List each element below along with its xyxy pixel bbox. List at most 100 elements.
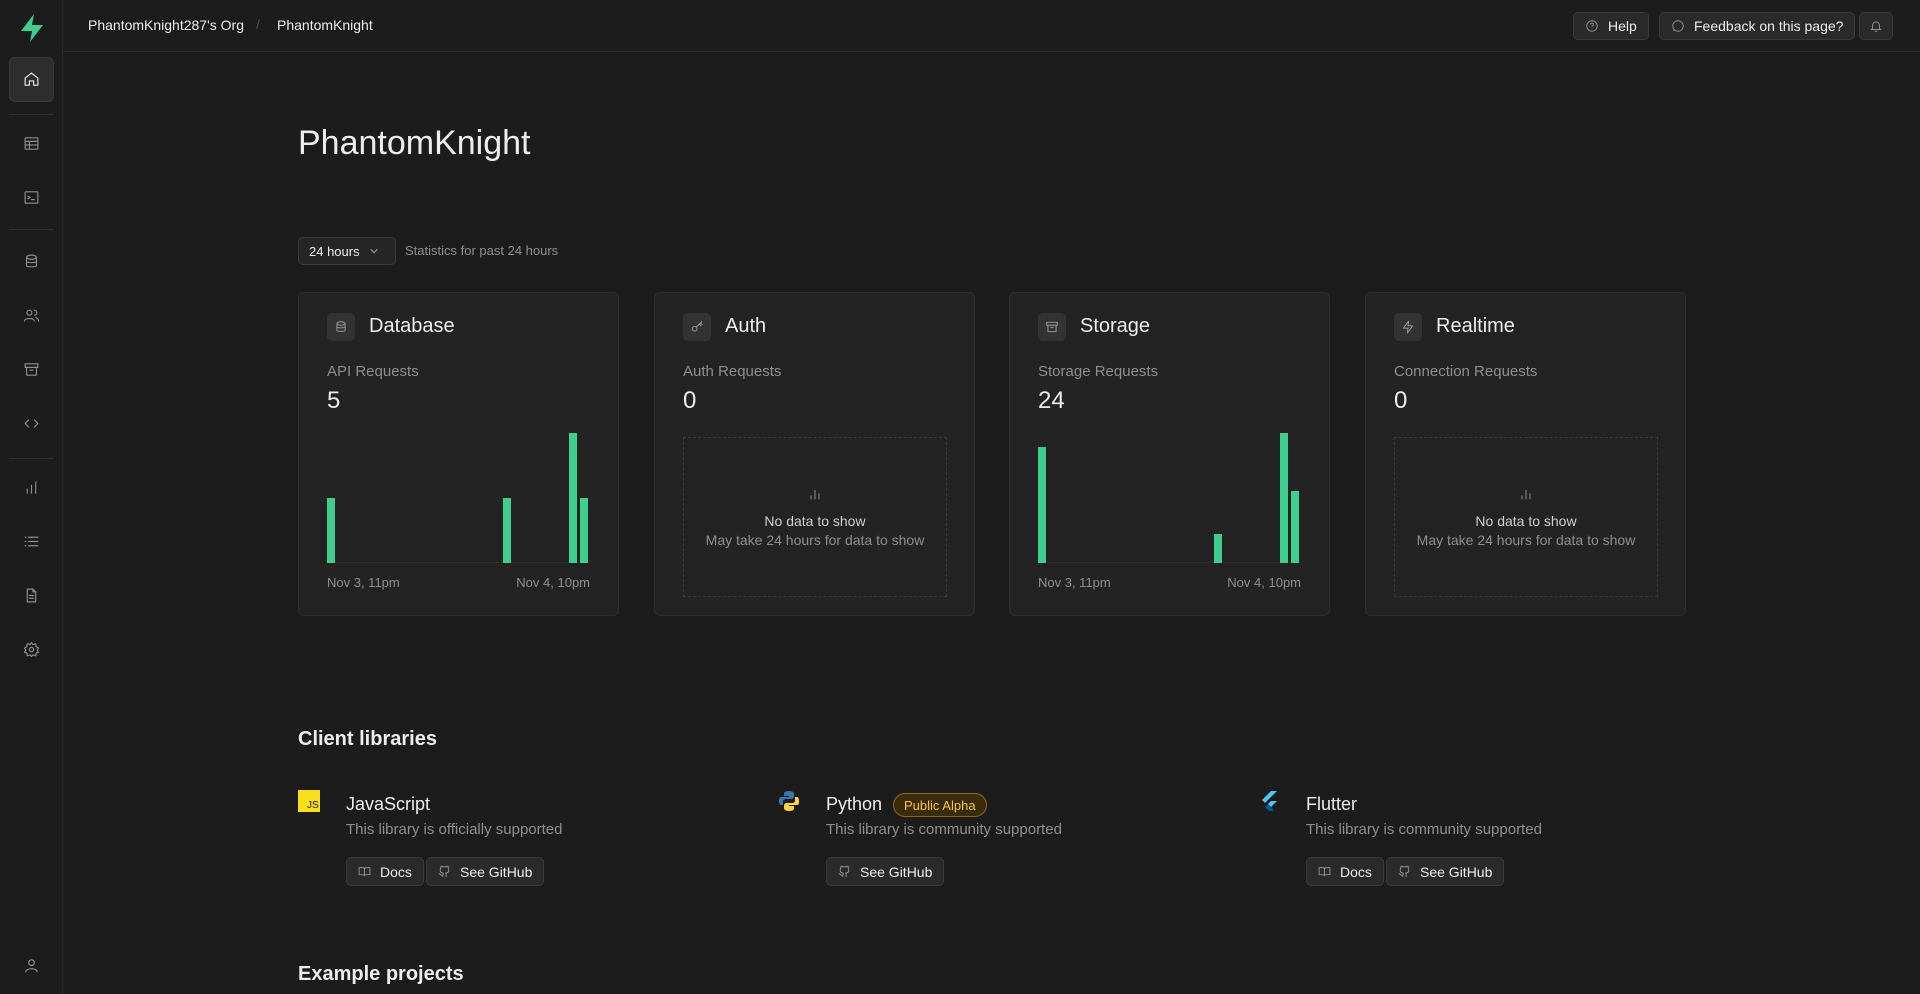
library-description: This library is community supported — [826, 821, 1062, 838]
no-data-title: No data to show — [764, 513, 866, 529]
chevron-down-icon — [369, 248, 378, 254]
docs-label: Docs — [380, 863, 412, 880]
docs-button[interactable]: Docs — [1306, 857, 1384, 886]
flutter-logo-icon — [1262, 791, 1277, 811]
sidebar-item-edge-functions[interactable] — [9, 401, 54, 446]
python-logo-icon — [779, 791, 799, 811]
feedback-label: Feedback on this page? — [1694, 18, 1844, 34]
breadcrumb-separator: / — [256, 16, 260, 32]
library-description: This library is officially supported — [346, 821, 563, 838]
github-button[interactable]: See GitHub — [426, 857, 545, 886]
message-circle-icon — [1672, 20, 1684, 32]
chart-bar[interactable] — [1038, 447, 1046, 563]
api-requests-chart[interactable] — [327, 433, 591, 563]
library-name: Flutter — [1306, 794, 1358, 814]
sidebar-item-account[interactable] — [9, 943, 54, 988]
sidebar-item-reports[interactable] — [9, 465, 54, 510]
reports-icon — [26, 481, 37, 494]
github-label: See GitHub — [460, 863, 533, 880]
library-javascript: JS JavaScript This library is officially… — [298, 790, 758, 890]
card-title: Realtime — [1436, 315, 1515, 337]
chart-bar[interactable] — [580, 498, 588, 563]
bar-chart-icon — [810, 490, 820, 500]
breadcrumb-org[interactable]: PhantomKnight287's Org — [88, 17, 244, 33]
notifications-button[interactable] — [1859, 12, 1893, 40]
svg-text:JS: JS — [307, 800, 319, 811]
chart-start-label: Nov 3, 11pm — [327, 575, 400, 590]
chart-bar[interactable] — [1291, 490, 1299, 563]
chart-bar[interactable] — [503, 498, 511, 563]
no-data-title: No data to show — [1475, 513, 1577, 529]
docs-button[interactable]: Docs — [346, 857, 424, 886]
sidebar-item-sql-editor[interactable] — [9, 175, 54, 220]
supabase-logo[interactable] — [18, 13, 46, 43]
page-title: PhantomKnight — [298, 124, 531, 162]
library-description: This library is community supported — [1306, 821, 1542, 838]
database-usage-card[interactable]: Database API Requests 5 Nov 3, 11pm Nov … — [298, 292, 619, 616]
help-button[interactable]: Help — [1573, 12, 1649, 40]
time-range-select[interactable]: 24 hours — [298, 237, 396, 265]
sidebar-item-logs[interactable] — [9, 519, 54, 564]
card-metric-value: 5 — [327, 387, 341, 414]
storage-icon — [24, 363, 39, 376]
account-icon — [25, 959, 38, 973]
card-metric-label: Connection Requests — [1394, 363, 1538, 380]
chart-bar[interactable] — [327, 498, 335, 563]
sidebar-item-storage[interactable] — [9, 347, 54, 392]
chart-start-label: Nov 3, 11pm — [1038, 575, 1111, 590]
auth-usage-card[interactable]: Auth Auth Requests 0 No data to show May… — [654, 292, 975, 616]
github-icon — [1398, 865, 1410, 878]
home-icon — [24, 72, 39, 86]
help-label: Help — [1608, 18, 1637, 34]
card-metric-label: Storage Requests — [1038, 363, 1159, 380]
github-label: See GitHub — [1420, 863, 1493, 880]
github-button[interactable]: See GitHub — [826, 857, 945, 886]
chart-axis — [327, 562, 591, 563]
no-data-subtitle: May take 24 hours for data to show — [705, 532, 925, 548]
sidebar-item-api-docs[interactable] — [9, 573, 54, 618]
archive-icon — [1046, 321, 1058, 333]
sidebar-item-settings[interactable] — [9, 627, 54, 672]
card-title: Auth — [725, 315, 767, 337]
card-metric-label: API Requests — [327, 363, 419, 380]
sidebar-divider — [9, 114, 54, 115]
zap-icon — [1402, 320, 1414, 334]
time-range-value: 24 hours — [309, 243, 360, 259]
breadcrumb-project[interactable]: PhantomKnight — [277, 17, 373, 33]
docs-label: Docs — [1340, 863, 1372, 880]
card-icon-box — [1038, 313, 1066, 341]
chart-axis — [1038, 562, 1302, 563]
sidebar-item-table-editor[interactable] — [9, 121, 54, 166]
edge-functions-icon — [24, 419, 39, 428]
card-icon-box — [683, 313, 711, 341]
no-data-placeholder: No data to show May take 24 hours for da… — [1394, 437, 1658, 597]
card-icon-box — [327, 313, 355, 341]
no-data-placeholder: No data to show May take 24 hours for da… — [683, 437, 947, 597]
storage-requests-chart[interactable] — [1038, 433, 1302, 563]
example-projects-heading: Example projects — [298, 963, 464, 985]
storage-usage-card[interactable]: Storage Storage Requests 24 Nov 3, 11pm … — [1009, 292, 1330, 616]
chart-bar[interactable] — [1214, 534, 1222, 563]
database-icon — [25, 254, 38, 268]
javascript-logo-icon: JS — [298, 790, 320, 812]
public-alpha-badge: Public Alpha — [893, 793, 987, 817]
realtime-usage-card[interactable]: Realtime Connection Requests 0 No data t… — [1365, 292, 1686, 616]
logs-icon — [24, 536, 39, 547]
feedback-button[interactable]: Feedback on this page? — [1659, 12, 1856, 40]
card-icon-box — [1394, 313, 1422, 341]
library-name: JavaScript — [346, 794, 431, 814]
bell-icon — [1870, 21, 1882, 32]
github-button[interactable]: See GitHub — [1386, 857, 1505, 886]
sidebar-item-database[interactable] — [9, 239, 54, 284]
sidebar-item-authentication[interactable] — [9, 293, 54, 338]
chart-end-label: Nov 4, 10pm — [516, 575, 590, 590]
sidebar-divider — [9, 458, 54, 459]
chart-bar[interactable] — [569, 433, 577, 563]
library-name: Python — [826, 794, 883, 814]
api-docs-icon — [26, 588, 37, 603]
bar-chart-icon — [1521, 490, 1531, 500]
card-metric-value: 0 — [1394, 387, 1408, 414]
chart-bar[interactable] — [1280, 433, 1288, 563]
sidebar-item-home[interactable] — [9, 57, 54, 102]
github-icon — [838, 865, 850, 878]
